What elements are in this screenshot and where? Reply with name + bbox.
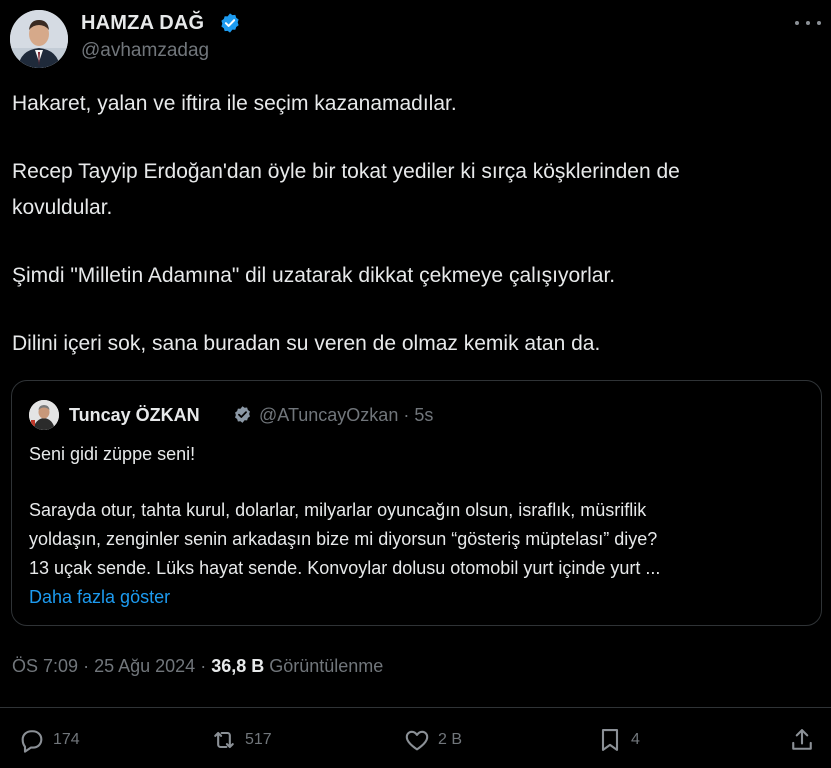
quoted-text-line: Seni gidi züppe seni! xyxy=(29,444,196,464)
retweet-count: 517 xyxy=(245,731,272,748)
quoted-tweet-card[interactable]: Tuncay ÖZKAN @ATuncayOzkan · 5s Seni gid… xyxy=(11,380,822,626)
quoted-text-line: yoldaşın, zenginler senin arkadaşın bize… xyxy=(29,529,658,549)
verified-badge-icon xyxy=(235,406,250,423)
like-button[interactable]: 2 B xyxy=(403,726,462,754)
bookmark-count: 4 xyxy=(631,731,640,748)
more-options-icon[interactable] xyxy=(795,13,821,33)
like-count: 2 B xyxy=(438,731,463,748)
tweet-date[interactable]: 25 Ağu 2024 xyxy=(94,656,195,676)
divider xyxy=(0,707,831,708)
reply-button[interactable]: 174 xyxy=(18,726,80,754)
bookmark-icon xyxy=(601,729,619,751)
heart-icon xyxy=(405,730,429,751)
share-icon xyxy=(792,729,812,750)
tweet-text-line: Recep Tayyip Erdoğan'dan öyle bir tokat … xyxy=(12,160,680,183)
tweet-text-line: kovuldular. xyxy=(12,196,113,219)
author-name[interactable]: HAMZA DAĞ xyxy=(81,12,204,35)
verified-badge-icon xyxy=(221,13,239,33)
bookmark-button[interactable]: 4 xyxy=(596,726,640,754)
show-more-link[interactable]: Daha fazla göster xyxy=(29,587,170,608)
tweet-text-line: Hakaret, yalan ve iftira ile seçim kazan… xyxy=(12,92,457,115)
quoted-author-handle: @ATuncayOzkan · 5s xyxy=(259,405,434,425)
quoted-author-avatar xyxy=(29,400,59,430)
tweet-meta: ÖS 7:09 · 25 Ağu 2024 · 36,8 B Görüntüle… xyxy=(12,656,384,676)
tweet-time[interactable]: ÖS 7:09 xyxy=(12,656,78,676)
reply-icon xyxy=(21,730,43,753)
author-handle[interactable]: @avhamzadag xyxy=(81,40,209,62)
quoted-author-name: Tuncay ÖZKAN xyxy=(69,405,200,425)
share-button[interactable] xyxy=(788,726,816,754)
tweet-text-line: Dilini içeri sok, sana buradan su veren … xyxy=(12,332,601,355)
author-avatar[interactable] xyxy=(10,10,68,68)
quoted-text-line: Sarayda otur, tahta kurul, dolarlar, mil… xyxy=(29,500,647,520)
views-label: Görüntülenme xyxy=(269,656,384,676)
quoted-text-line: 13 uçak sende. Lüks hayat sende. Konvoyl… xyxy=(29,558,661,578)
reply-count: 174 xyxy=(53,731,80,748)
retweet-button[interactable]: 517 xyxy=(210,726,272,754)
tweet-text-line: Şimdi "Milletin Adamına" dil uzatarak di… xyxy=(12,264,616,287)
views-count: 36,8 B xyxy=(211,656,265,676)
retweet-icon xyxy=(214,731,234,749)
